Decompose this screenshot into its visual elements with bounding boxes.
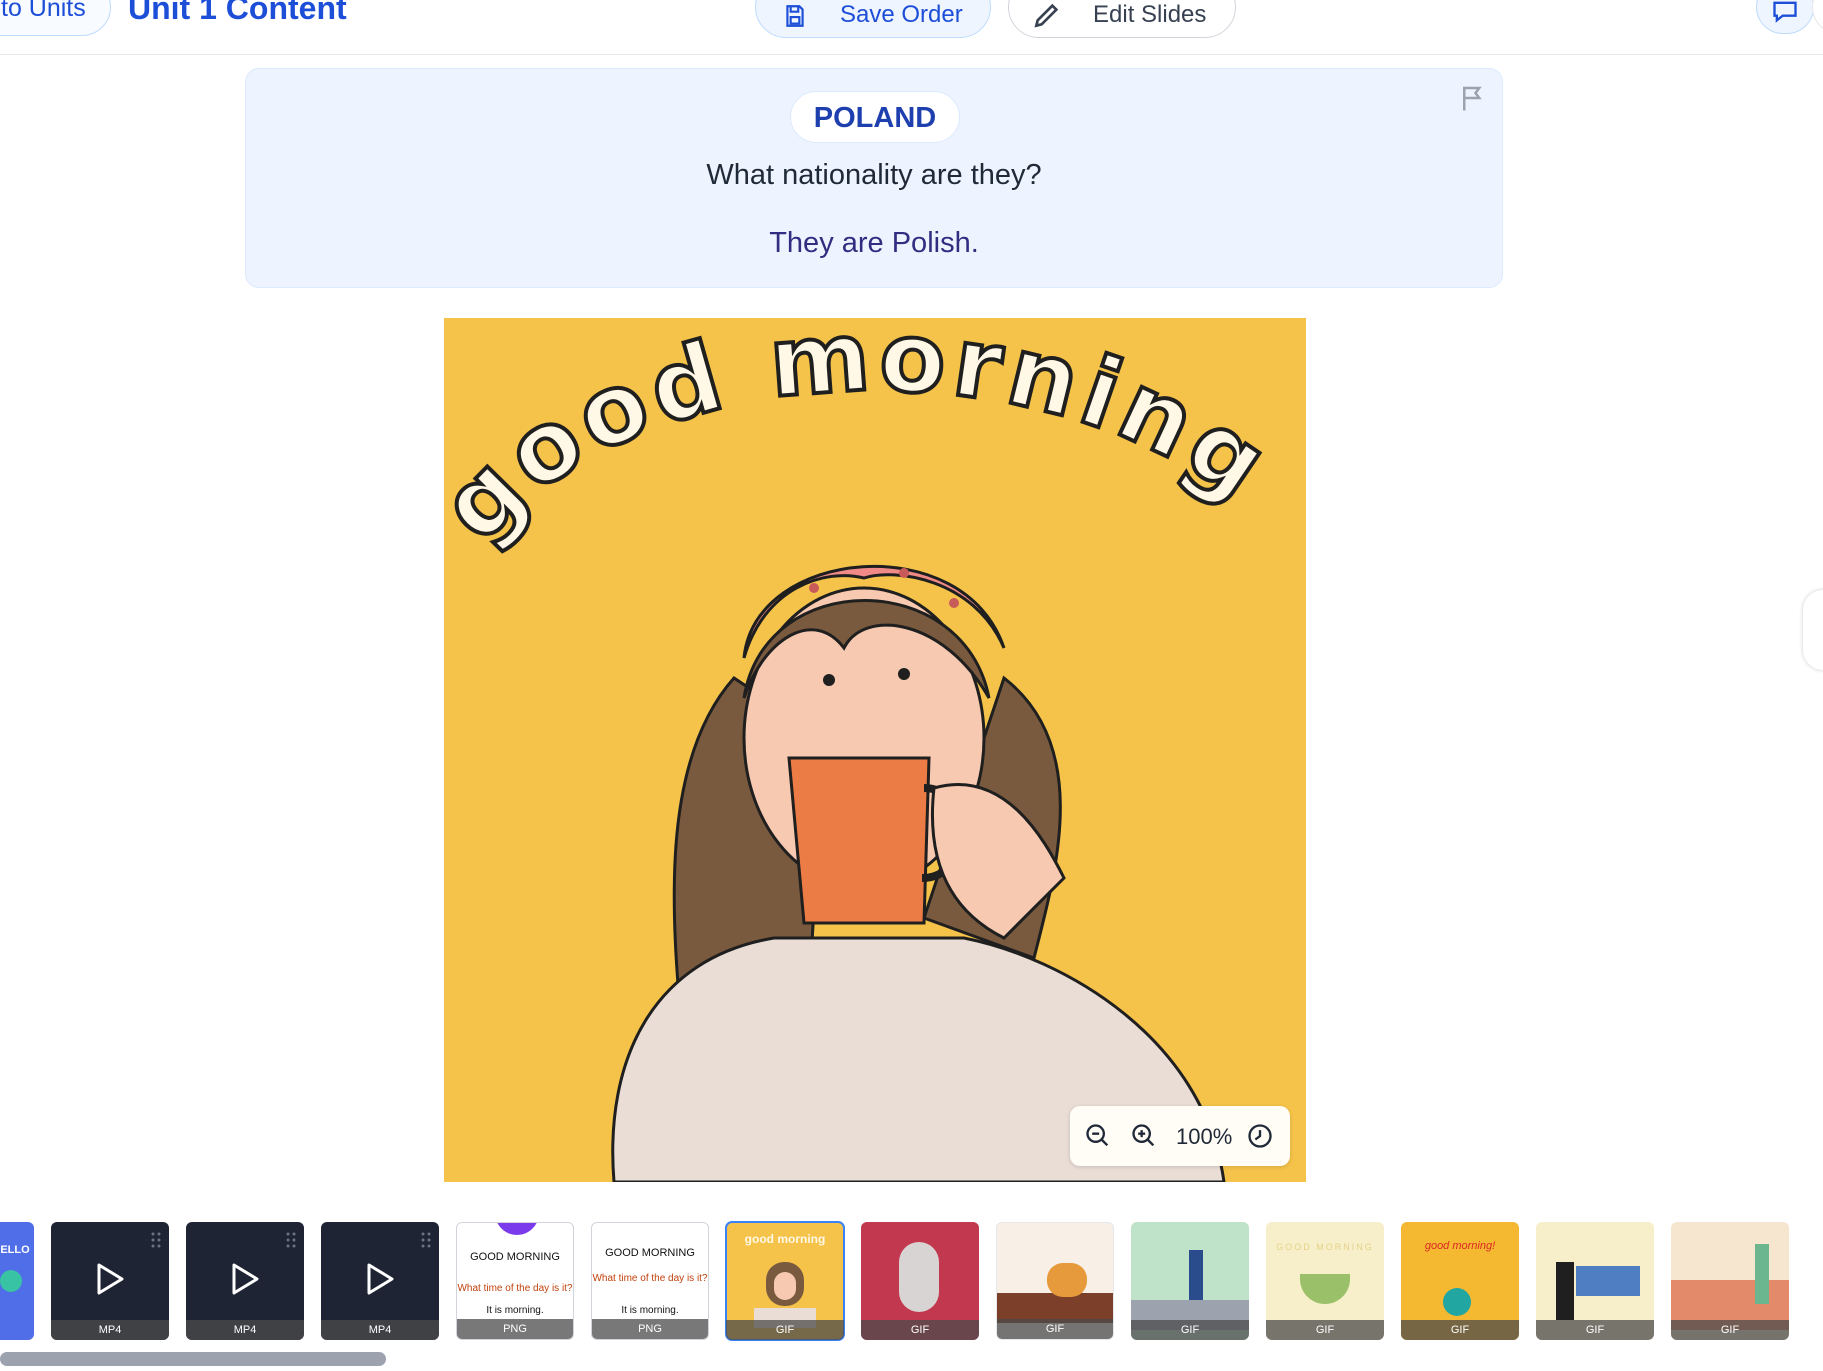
svg-text:good morning: good morning [444,318,1292,563]
edit-slides-button[interactable]: Edit Slides [1008,0,1236,38]
headline-art-text: good morning [444,318,1288,565]
thumbnail[interactable]: good morning! GIF [1401,1222,1519,1340]
top-bar: to Units Unit 1 Content Save Order Edit … [0,0,1823,55]
flag-icon[interactable] [1458,83,1488,113]
play-icon [97,1263,124,1295]
thumbnail[interactable]: GOOD MORNING What time of the day is it?… [591,1222,709,1340]
back-to-units-label: to Units [1,0,86,22]
zoom-controls: 100% [1070,1106,1290,1166]
thumbnail[interactable]: MP4 [186,1222,304,1340]
thumbnail[interactable]: GIF [1671,1222,1789,1340]
thumbnail[interactable]: MP4 [321,1222,439,1340]
thumbnail-type-badge: GIF [1401,1320,1519,1340]
thumbnail[interactable]: GOOD MORNING What time of the day is it?… [456,1222,574,1340]
thumbnail[interactable]: GIF [1131,1222,1249,1340]
thumbnail-type-badge: GIF [1266,1320,1384,1340]
thumbnail-active[interactable]: good morning GIF [725,1221,845,1341]
thumbnail-type-badge: GIF [997,1319,1113,1339]
pencil-icon [1034,3,1059,28]
thumbnail-art-text: GOOD MORNING [1276,1242,1374,1252]
reset-zoom-icon[interactable] [1246,1122,1274,1150]
thumbnail-title: GOOD MORNING [605,1247,695,1259]
save-order-button[interactable]: Save Order [755,0,991,38]
back-to-units-button[interactable]: to Units [0,0,111,36]
play-icon [232,1263,259,1295]
drag-handle-icon[interactable] [286,1232,296,1248]
thumbnail-line: It is morning. [621,1305,679,1316]
thumbnail-title: GOOD MORNING [470,1251,560,1263]
thumbnail[interactable]: GIF [861,1222,979,1340]
fullscreen-button[interactable] [1812,0,1823,34]
edit-slides-label: Edit Slides [1093,1,1207,28]
country-badge: POLAND [790,91,960,143]
thumbnail[interactable]: GIF [1536,1222,1654,1340]
question-card: POLAND What nationality are they? They a… [245,68,1503,288]
question-text: What nationality are they? [706,159,1042,191]
next-slide-button[interactable] [1803,590,1823,670]
good-morning-illustration: good morning [444,318,1292,1182]
thumbnail[interactable]: GOOD MORNING GIF [1266,1222,1384,1340]
feedback-button[interactable] [1756,0,1814,34]
thumbnail-type-badge: GIF [1671,1320,1789,1340]
page-title: Unit 1 Content [128,0,347,26]
thumbnail-art-text: good morning! [1424,1240,1496,1252]
play-icon [367,1263,394,1295]
thumbnail-type-badge: GIF [861,1320,979,1340]
answer-text: They are Polish. [769,227,979,259]
zoom-out-icon[interactable] [1084,1122,1112,1150]
thumbnail[interactable]: ELLO [0,1222,34,1340]
thumbnail-type-badge: GIF [1131,1320,1249,1340]
drag-handle-icon[interactable] [421,1232,431,1248]
thumbnail-line: What time of the day is it? [457,1283,573,1294]
thumbnail-type-badge: MP4 [186,1320,304,1340]
thumbnail[interactable]: GIF [996,1222,1114,1340]
thumbnail-type-badge: GIF [726,1320,844,1340]
thumbnail-line: What time of the day is it? [592,1273,708,1284]
thumbnail-type-badge: PNG [457,1319,573,1339]
save-order-label: Save Order [840,1,963,28]
thumbnail-type-badge: MP4 [51,1320,169,1340]
thumbnail-line: It is morning. [486,1305,544,1316]
horizontal-scrollbar[interactable] [0,1352,386,1366]
save-icon [786,5,804,27]
thumbnail-art-text: good morning [744,1232,826,1246]
thumbnail-type-badge: MP4 [321,1320,439,1340]
thumbnail-type-badge: GIF [1536,1320,1654,1340]
thumbnail-text: ELLO [0,1244,30,1256]
slide-filmstrip: ELLO MP4 MP4 MP4 GOOD MORNING What time … [0,1221,1823,1344]
zoom-level: 100% [1176,1124,1233,1149]
thumbnail-type-badge: PNG [592,1319,708,1339]
thumbnail[interactable]: MP4 [51,1222,169,1340]
zoom-in-icon[interactable] [1130,1122,1158,1150]
chat-icon [1773,1,1797,23]
drag-handle-icon[interactable] [151,1232,161,1248]
slide-image: good morning 100% [444,318,1306,1182]
